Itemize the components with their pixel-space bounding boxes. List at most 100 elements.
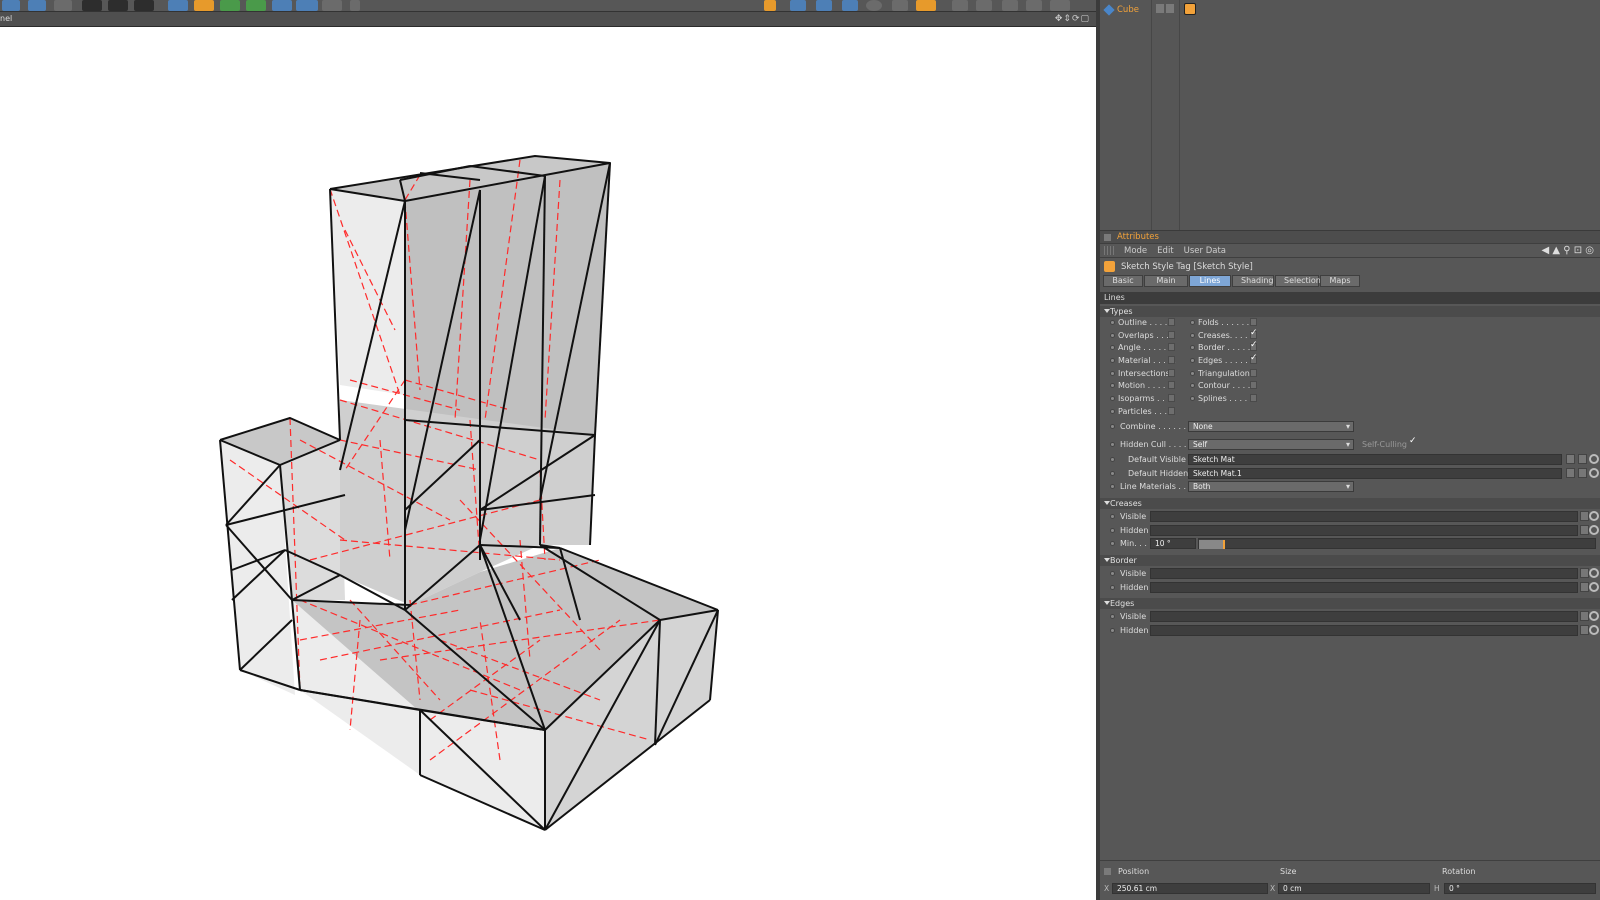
plugin-icon[interactable]: [916, 0, 936, 11]
hidden-cull-dropdown[interactable]: Self: [1188, 439, 1354, 451]
viewport-menu-label[interactable]: nel: [0, 14, 12, 23]
layer-icon[interactable]: [1156, 4, 1164, 13]
camera-icon[interactable]: [322, 0, 342, 11]
animate-dot[interactable]: [1110, 358, 1115, 364]
generic-tool-icon[interactable]: [892, 0, 908, 11]
link-menu-icon[interactable]: [1580, 510, 1589, 521]
type-checkbox[interactable]: [1250, 381, 1257, 390]
animate-dot[interactable]: [1110, 332, 1115, 338]
tab-basic[interactable]: Basic: [1103, 275, 1143, 287]
object-row-cube[interactable]: Cube: [1103, 3, 1139, 17]
animate-dot[interactable]: [1110, 345, 1115, 351]
animate-dot[interactable]: [1110, 396, 1115, 402]
link-clear-icon[interactable]: [1589, 453, 1599, 464]
layout-icon[interactable]: [816, 0, 832, 11]
border-hidden-field[interactable]: [1150, 581, 1578, 593]
cube-primitive-icon[interactable]: [168, 0, 188, 11]
line-materials-dropdown[interactable]: Both: [1188, 481, 1354, 493]
menu-mode[interactable]: Mode: [1124, 246, 1147, 256]
select-tool-icon[interactable]: [54, 0, 72, 11]
animate-dot[interactable]: [1190, 332, 1195, 338]
viewport-navigation-icons[interactable]: ✥⇕⟳▢: [1055, 14, 1090, 24]
link-pick-icon[interactable]: [1566, 467, 1575, 478]
size-x-field[interactable]: 0 cm: [1278, 883, 1430, 894]
subdivision-icon[interactable]: [220, 0, 240, 11]
link-clear-icon[interactable]: [1589, 568, 1599, 578]
type-checkbox[interactable]: [1168, 356, 1175, 365]
animate-dot[interactable]: [1190, 345, 1195, 351]
floor-icon[interactable]: [296, 0, 318, 11]
type-checkbox[interactable]: [1250, 328, 1258, 339]
animate-dot[interactable]: [1190, 396, 1195, 402]
deformer-icon[interactable]: [272, 0, 292, 11]
tab-main[interactable]: Main: [1144, 275, 1188, 287]
group-border[interactable]: Border: [1100, 555, 1600, 566]
animate-dot[interactable]: [1110, 470, 1115, 476]
default-hidden-field[interactable]: Sketch Mat.1: [1188, 467, 1562, 479]
type-checkbox[interactable]: [1250, 318, 1257, 326]
animate-dot[interactable]: [1110, 320, 1115, 325]
position-x-field[interactable]: 250.61 cm: [1112, 883, 1268, 894]
tab-selections[interactable]: Selections: [1275, 275, 1325, 287]
animate-dot[interactable]: [1110, 614, 1115, 620]
link-menu-icon[interactable]: [1580, 581, 1589, 592]
brush-icon[interactable]: [976, 0, 992, 11]
animate-dot[interactable]: [1110, 541, 1115, 547]
window-icon[interactable]: [1002, 0, 1018, 11]
type-checkbox[interactable]: [1168, 394, 1175, 403]
undo-icon[interactable]: [2, 0, 20, 11]
rotation-h-field[interactable]: 0 °: [1444, 883, 1596, 894]
group-types[interactable]: Types: [1100, 306, 1600, 317]
animate-dot[interactable]: [1110, 628, 1115, 634]
tab-maps[interactable]: Maps: [1320, 275, 1360, 287]
animate-dot[interactable]: [1190, 370, 1195, 376]
type-checkbox[interactable]: [1250, 340, 1258, 352]
lock-icon[interactable]: [764, 0, 776, 11]
panel-icon[interactable]: [1026, 0, 1042, 11]
link-clear-icon[interactable]: [1589, 581, 1599, 592]
3d-viewport[interactable]: [0, 27, 1096, 900]
render-view-icon[interactable]: [82, 0, 102, 11]
group-creases[interactable]: Creases: [1100, 497, 1600, 509]
creases-visible-field[interactable]: [1150, 510, 1578, 522]
tab-shading[interactable]: Shading: [1232, 275, 1274, 287]
light-icon[interactable]: [350, 0, 360, 11]
type-checkbox[interactable]: [1250, 368, 1257, 377]
default-visible-field[interactable]: Sketch Mat: [1188, 453, 1562, 465]
animate-dot[interactable]: [1110, 370, 1115, 376]
slider-handle[interactable]: [1223, 540, 1225, 550]
link-menu-icon[interactable]: [1580, 611, 1589, 622]
type-checkbox[interactable]: [1168, 406, 1175, 415]
border-visible-field[interactable]: [1150, 568, 1578, 579]
type-checkbox[interactable]: [1168, 318, 1175, 326]
link-clear-icon[interactable]: [1589, 625, 1599, 636]
animate-dot[interactable]: [1110, 456, 1115, 462]
creases-min-field[interactable]: 10 °: [1150, 538, 1196, 550]
link-clear-icon[interactable]: [1589, 510, 1599, 521]
creases-min-slider[interactable]: [1198, 538, 1596, 550]
edges-hidden-field[interactable]: [1150, 625, 1578, 637]
attributes-nav-icons[interactable]: ◀ ▲ ⚲ ⊡ ◎: [1541, 245, 1594, 256]
layout-switch-icon[interactable]: [1050, 0, 1070, 11]
render-settings-icon[interactable]: [134, 0, 154, 11]
animate-dot[interactable]: [1190, 320, 1195, 325]
link-menu-icon[interactable]: [1578, 467, 1587, 478]
menu-user-data[interactable]: User Data: [1184, 246, 1226, 256]
type-checkbox[interactable]: [1168, 343, 1175, 352]
group-edges[interactable]: Edges: [1100, 598, 1600, 610]
link-clear-icon[interactable]: [1589, 611, 1599, 622]
spline-pen-icon[interactable]: [194, 0, 214, 11]
python-icon[interactable]: [842, 0, 858, 11]
creases-hidden-field[interactable]: [1150, 524, 1578, 536]
picture-viewer-icon[interactable]: [952, 0, 968, 11]
animate-dot[interactable]: [1110, 442, 1115, 448]
sketch-style-tag-icon[interactable]: [1184, 3, 1196, 15]
type-checkbox[interactable]: [1168, 368, 1175, 377]
panel-grip-icon[interactable]: [1104, 233, 1111, 241]
sphere-icon[interactable]: [866, 0, 882, 11]
link-clear-icon[interactable]: [1589, 524, 1599, 535]
array-icon[interactable]: [246, 0, 266, 11]
link-menu-icon[interactable]: [1580, 568, 1589, 578]
animate-dot[interactable]: [1190, 358, 1195, 364]
self-culling-checkbox[interactable]: [1409, 436, 1417, 448]
